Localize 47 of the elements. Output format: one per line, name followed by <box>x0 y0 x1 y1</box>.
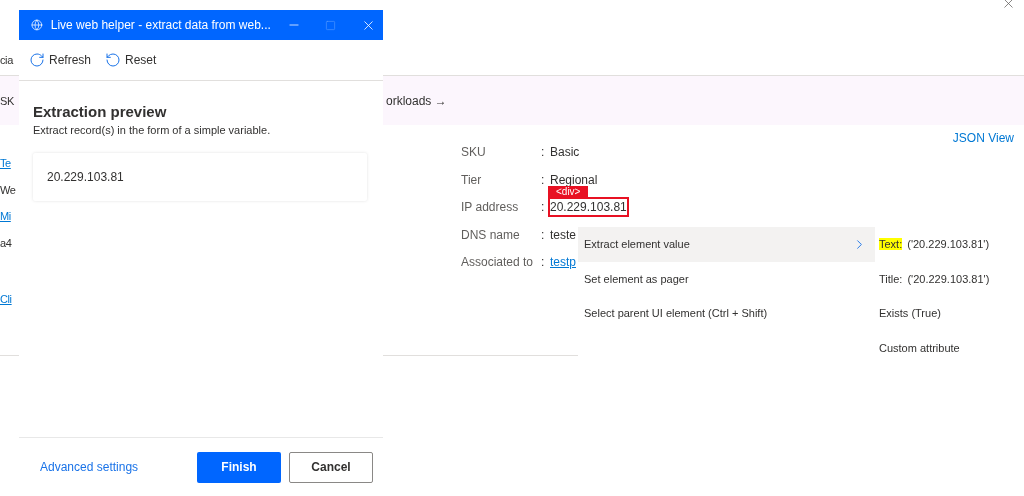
resource-link[interactable]: Mi <box>0 209 11 223</box>
section-heading: Extraction preview <box>33 103 168 120</box>
window-title: Live web helper - extract data from web... <box>50 18 271 32</box>
tab-label[interactable]: cia <box>0 54 13 75</box>
banner-text: SK <box>0 94 15 107</box>
property-value: We <box>0 182 16 197</box>
json-view-link[interactable]: JSON View <box>952 131 1014 145</box>
menu-item[interactable]: Select parent UI element (Ctrl + Shift) <box>578 296 875 331</box>
undo-icon <box>105 52 122 68</box>
submenu-item[interactable]: Title: <box>879 272 903 285</box>
section-subtitle: Extract record(s) in the form of a simple variable. <box>33 124 272 136</box>
cancel-button[interactable]: Cancel <box>289 451 373 483</box>
advanced-settings-link[interactable]: Advanced settings <box>40 460 189 474</box>
submenu-item[interactable]: Text: <box>879 238 903 251</box>
property-label: DNS name <box>461 227 521 244</box>
property-label: Associated to <box>461 255 535 271</box>
refresh-button[interactable]: Refresh <box>29 52 92 68</box>
property-label: IP address <box>461 200 520 216</box>
separator: : <box>541 145 546 161</box>
property-link[interactable]: testp <box>550 255 576 269</box>
resource-link[interactable]: Te <box>0 156 11 170</box>
maximize-icon <box>325 19 337 31</box>
property-label: SKU <box>461 145 487 161</box>
submenu-value: ('20.229.103.81') <box>907 272 990 285</box>
reset-button[interactable]: Reset <box>105 52 157 68</box>
property-value: teste <box>550 227 576 242</box>
separator: : <box>541 255 546 271</box>
submenu-value: ('20.229.103.81') <box>907 238 990 251</box>
close-button[interactable] <box>1001 0 1016 11</box>
menu-item[interactable]: Set element as pager <box>578 261 875 296</box>
finish-button[interactable]: Finish <box>197 451 281 483</box>
globe-icon <box>31 17 43 33</box>
submenu-item[interactable]: Custom attribute <box>879 341 960 354</box>
submenu-item[interactable]: Exists (True) <box>879 307 941 320</box>
property-value: a4 <box>0 235 12 250</box>
separator: : <box>541 227 546 244</box>
close-icon <box>1001 0 1016 11</box>
separator: : <box>541 172 546 189</box>
resource-link[interactable]: Cli <box>0 292 12 306</box>
property-label: Tier <box>461 172 483 189</box>
menu-item[interactable]: Extract element value <box>578 227 875 262</box>
refresh-icon <box>29 52 45 68</box>
banner-link[interactable]: orkloads → <box>386 93 447 108</box>
property-value: Basic <box>550 145 580 159</box>
separator: : <box>541 200 546 216</box>
preview-value: 20.229.103.81 <box>47 170 124 184</box>
property-value: Regional <box>550 172 598 187</box>
